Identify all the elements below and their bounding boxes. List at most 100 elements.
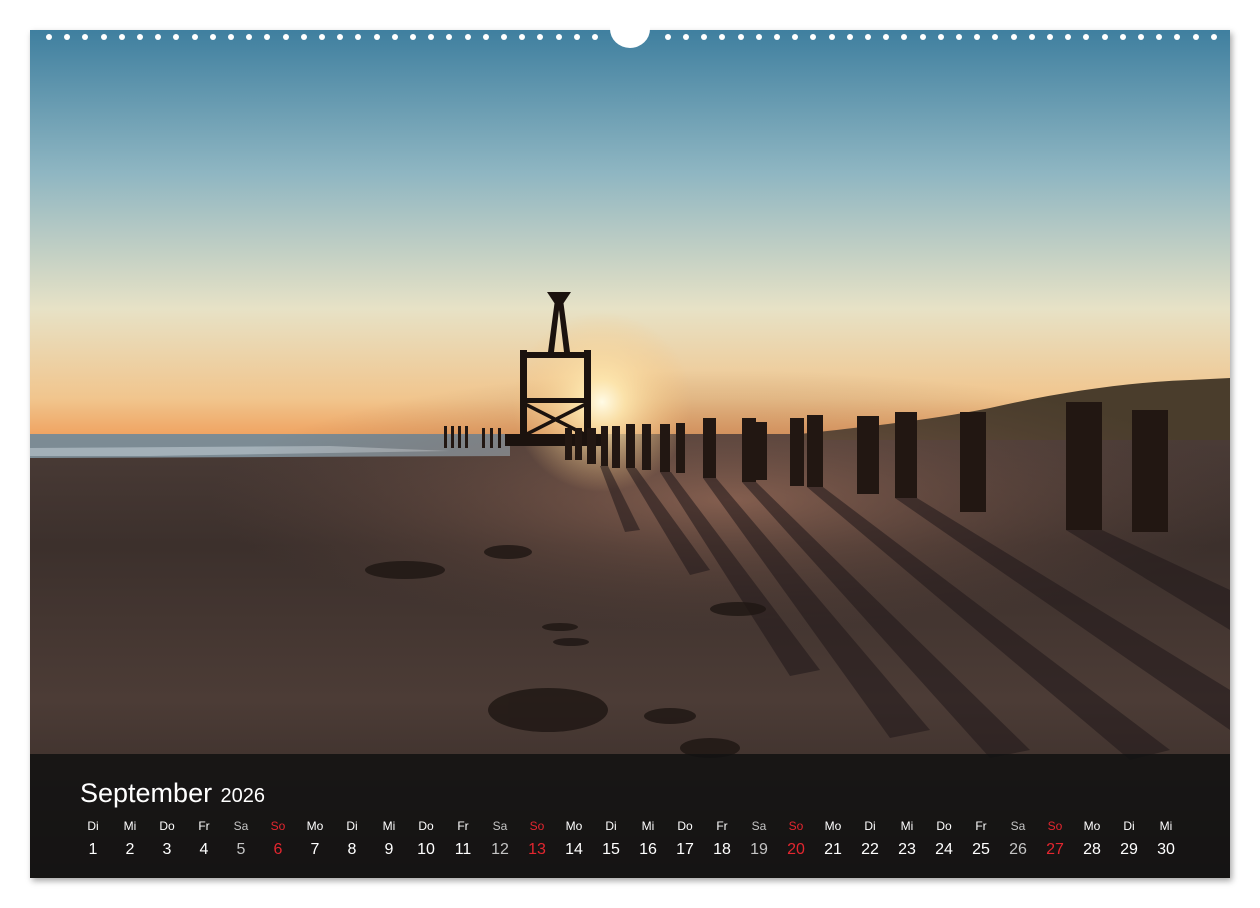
weekday-label: So [1047,819,1063,833]
day-number: 22 [861,841,879,858]
binding-hole [501,34,507,40]
binding-hole [100,34,107,40]
binding-hole [1083,34,1090,40]
calendar-band: September 2026 Di 1 Mi 2 Do 3 Fr 4 Sa 5 So 6 Mo 7 Di 8 M… [30,754,1230,878]
day-number: 15 [602,841,620,858]
weekday-label: Do [936,819,952,833]
binding-hole [155,34,162,40]
day-number: 29 [1120,841,1138,858]
binding-hole [300,34,307,40]
binding-hole [373,34,380,40]
weekday-label: Mi [123,819,137,833]
day-number: 16 [639,841,657,858]
binding-hole [737,34,744,40]
binding-hole [901,34,908,40]
binding-hole [282,34,289,40]
weekday-label: Di [1123,819,1135,833]
weekday-label: Fr [975,819,987,833]
day-number: 23 [898,841,916,858]
weekday-label: Mi [1159,819,1173,833]
day-number: 4 [199,841,209,858]
binding-hole [701,34,708,40]
binding-hole [755,34,762,40]
binding-hole [64,34,71,40]
day-number: 19 [750,841,768,858]
binding-hole [792,34,799,40]
month-name: September [80,778,213,808]
binding-hole [537,34,544,40]
binding-hole [1138,34,1144,40]
binding-hole [246,34,253,40]
binding-hole [719,34,726,40]
binding-hole [1156,34,1163,40]
binding-hole [1119,34,1126,40]
weekday-label: Mi [641,819,655,833]
day-number: 12 [491,841,509,858]
day-number: 2 [125,841,135,858]
binding-hole [118,34,125,40]
weekday-label: Mo [565,819,583,833]
binding-hole [664,34,671,40]
weekday-label: Mo [306,819,324,833]
day-number: 14 [565,841,583,858]
spiral-binding [30,10,1230,48]
day-number: 17 [676,841,694,858]
binding-hole [774,34,780,40]
binding-hole [956,34,962,40]
binding-hole [1010,34,1017,40]
day-grid: Di 1 Mi 2 Do 3 Fr 4 Sa 5 So 6 Mo 7 Di 8 Mi 9 Do 10 Fr 11 Sa 12 S… [75,814,1185,864]
binding-hole [410,34,416,40]
weekday-label: Mi [900,819,914,833]
weekday-label: Di [346,819,358,833]
weekday-label: Sa [1010,819,1026,833]
weekday-label: Mo [824,819,842,833]
month-year: 2026 [220,785,266,807]
binding-hole [46,34,52,40]
binding-hole [464,34,471,40]
binding-hole [592,34,598,40]
weekday-label: Fr [457,819,469,833]
month-title: September 2026 [80,778,265,809]
binding-hole [391,34,398,40]
weekday-label: So [788,819,804,833]
binding-hole [173,34,180,40]
binding-hole [1028,34,1035,40]
binding-hole [883,34,890,40]
binding-hole [446,34,453,40]
beach-sunset-photo [30,30,1230,878]
day-number: 26 [1009,841,1027,858]
day-number: 28 [1083,841,1101,858]
weekday-label: Sa [751,819,767,833]
weekday-label: Sa [492,819,508,833]
day-number: 3 [162,841,172,858]
binding-hole [828,34,835,40]
weekday-label: Fr [198,819,210,833]
day-number: 10 [417,841,435,858]
binding-hole [865,34,871,40]
binding-hole [209,34,216,40]
day-number: 9 [384,841,394,858]
day-number: 13 [528,841,546,858]
day-number: 11 [454,841,472,858]
day-number: 24 [935,841,953,858]
binding-hole [264,34,271,40]
weekday-label: Di [864,819,876,833]
day-number: 1 [88,841,98,858]
day-number: 18 [713,841,731,858]
binding-hole [846,34,853,40]
weekday-label: So [529,819,545,833]
binding-hole [82,34,89,40]
weekday-label: Fr [716,819,728,833]
binding-hole [573,34,580,40]
binding-hole [337,34,344,40]
weekday-label: Do [159,819,175,833]
weekday-label: Do [418,819,434,833]
day-number: 5 [236,841,246,858]
binding-hole [519,34,526,40]
binding-hole [1065,34,1072,40]
binding-hole [1047,34,1053,40]
binding-hole [137,34,143,40]
hanger-notch [610,10,650,48]
binding-hole [1174,34,1181,40]
weekday-label: Di [87,819,99,833]
